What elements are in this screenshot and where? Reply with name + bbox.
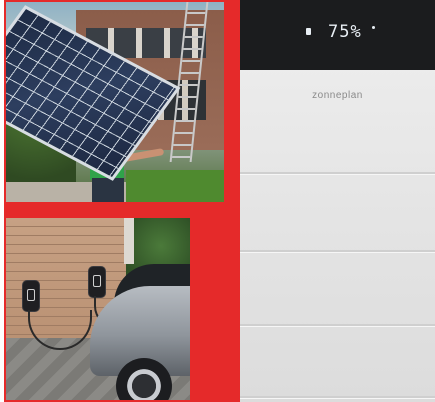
battery-module-seam xyxy=(240,250,435,253)
solar-panel-photo xyxy=(6,2,224,202)
wall-charger-left xyxy=(22,280,40,312)
photo-collage: 75% zonneplan xyxy=(0,0,435,402)
installer-legs xyxy=(92,178,124,202)
battery-level-icon xyxy=(306,28,311,35)
battery-module-seam xyxy=(240,396,435,399)
battery-module-seam xyxy=(240,172,435,175)
battery-display: 75% xyxy=(240,0,435,70)
ev-charger-photo xyxy=(6,218,190,400)
battery-brand-label: zonneplan xyxy=(312,90,363,101)
home-battery-unit: 75% zonneplan xyxy=(240,0,435,402)
wall-charger-right xyxy=(88,266,106,298)
battery-charge-readout: 75% xyxy=(328,22,362,42)
status-dot-icon xyxy=(372,26,375,29)
window-frame xyxy=(124,218,134,264)
garden-path xyxy=(6,182,146,202)
lawn xyxy=(126,170,224,202)
battery-module-seam xyxy=(240,324,435,327)
